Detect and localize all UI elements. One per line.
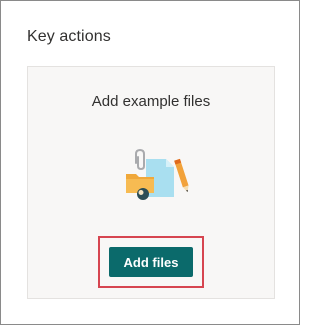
- add-files-button[interactable]: Add files: [109, 247, 193, 277]
- card-title: Add example files: [91, 93, 211, 110]
- section-title: Key actions: [27, 28, 111, 45]
- files-illustration-icon: [126, 149, 189, 200]
- key-actions-panel: Key actions Add example files Add files: [0, 0, 300, 325]
